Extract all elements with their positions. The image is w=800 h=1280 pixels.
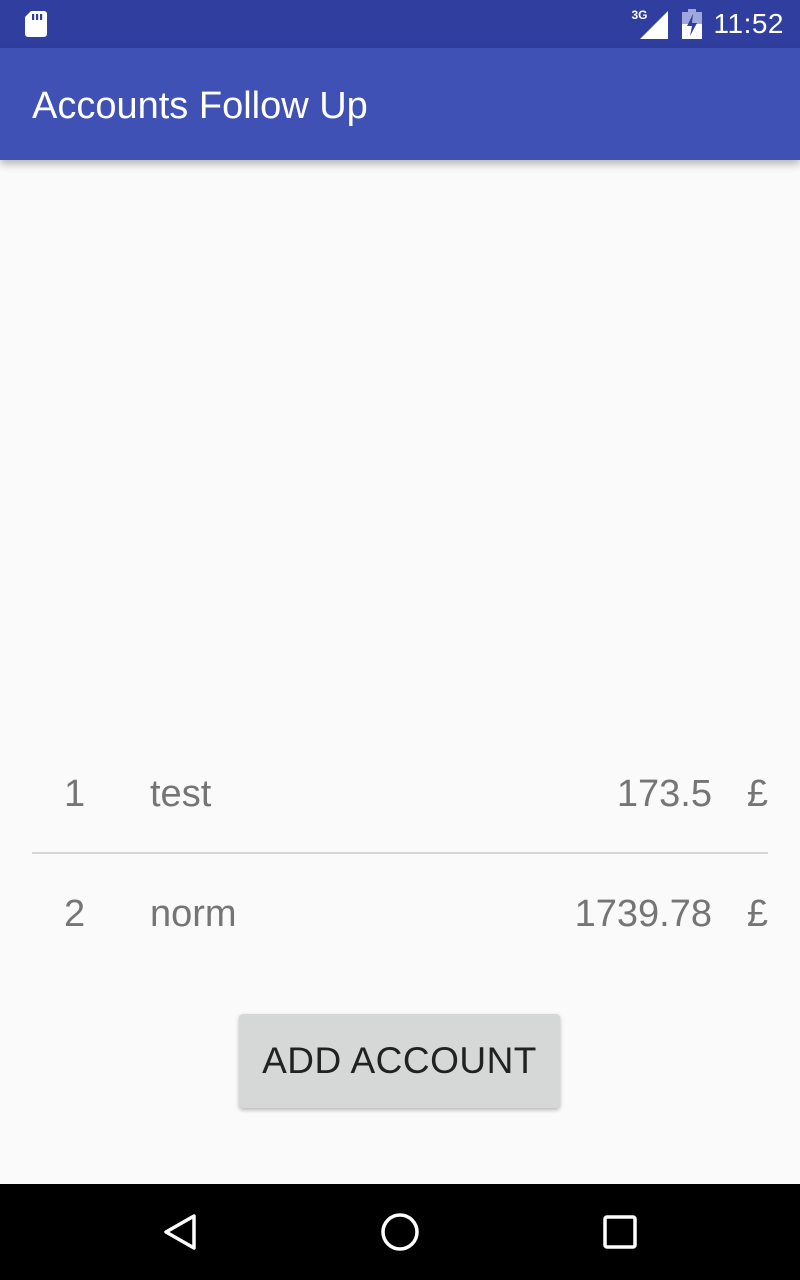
recent-apps-button[interactable] (590, 1202, 650, 1262)
account-currency: £ (746, 893, 768, 935)
main-content: 1 test 173.5 £ 2 norm 1739.78 £ ADD ACCO… (0, 160, 800, 1184)
back-icon (164, 1214, 196, 1250)
accounts-list: 1 test 173.5 £ 2 norm 1739.78 £ (32, 734, 768, 972)
account-name: test (150, 773, 212, 815)
account-index: 2 (64, 893, 86, 935)
account-name: norm (150, 893, 237, 935)
app-bar: Accounts Follow Up (0, 48, 800, 160)
account-row[interactable]: 1 test 173.5 £ (32, 734, 768, 852)
account-currency: £ (746, 773, 768, 815)
sd-card-icon (25, 11, 47, 37)
battery-icon (681, 9, 702, 39)
home-icon (381, 1213, 419, 1251)
signal-icon (639, 11, 668, 39)
account-index: 1 (64, 773, 86, 815)
home-button[interactable] (370, 1202, 430, 1262)
account-amount: 1739.78 (574, 893, 712, 935)
status-time: 11:52 (713, 8, 784, 39)
recent-apps-icon (603, 1215, 637, 1249)
navigation-bar (0, 1184, 800, 1280)
back-button[interactable] (150, 1202, 210, 1262)
status-bar: 3G 11:52 (0, 0, 800, 48)
add-account-button[interactable]: ADD ACCOUNT (239, 1014, 560, 1108)
account-amount: 173.5 (616, 773, 712, 815)
account-row[interactable]: 2 norm 1739.78 £ (32, 852, 768, 972)
app-title: Accounts Follow Up (32, 85, 368, 127)
